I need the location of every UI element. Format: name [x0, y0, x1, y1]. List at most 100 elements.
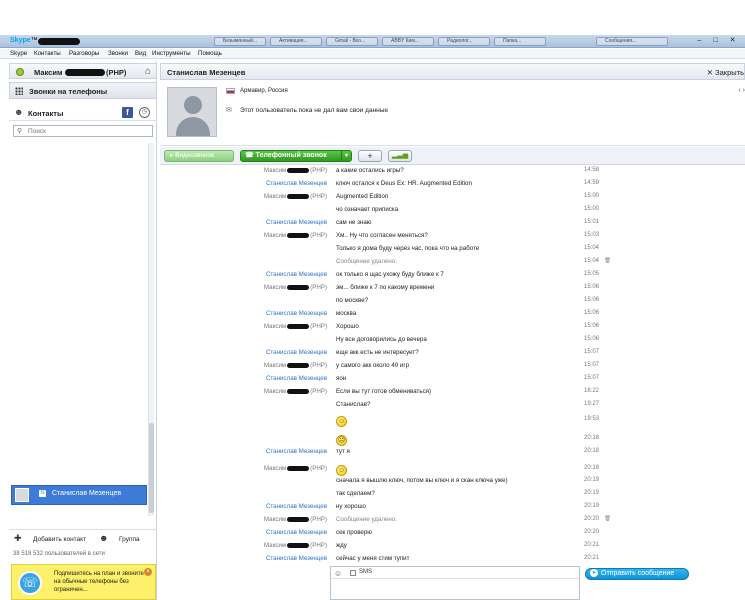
chat-message[interactable]: по москве? 15:06 [160, 297, 745, 309]
chat-message[interactable]: Максим (PHP) жду 20:21 [160, 542, 745, 554]
contact-search[interactable]: ⚲ [13, 125, 153, 137]
message-sender[interactable]: Станислав Мезенцев [266, 448, 327, 455]
add-contact-button[interactable]: Добавить контакт [33, 536, 86, 543]
message-sender[interactable]: Станислав Мезенцев [266, 555, 327, 562]
group-button[interactable]: Группа [119, 536, 140, 543]
message-sender[interactable]: Максим (PHP) [264, 323, 327, 330]
taskbar-tab[interactable]: Безымянный... [214, 37, 266, 46]
message-sender[interactable]: Станислав Мезенцев [266, 349, 327, 356]
chat-message[interactable]: Станислав Мезенцев ключ остался к Deus Ex… [160, 180, 745, 192]
chat-message[interactable]: Станислав Мезенцев тут я 20:18 [160, 448, 745, 460]
status-online-icon[interactable] [16, 68, 24, 76]
phone-call-button[interactable]: ☎ Телефонный звонок ▾ [240, 150, 352, 162]
promo-banner[interactable]: ☏ Подпишитесь на план и звоните на обычн… [11, 564, 156, 600]
profile-name: Максим [34, 68, 63, 77]
menu-contacts[interactable]: Контакты [34, 50, 61, 57]
emoticon-icon[interactable]: ☺ [334, 569, 342, 578]
message-sender[interactable]: Станислав Мезенцев [266, 310, 327, 317]
chat-message[interactable]: Максим (PHP) Хорошо 15:06 [160, 323, 745, 335]
menu-skype[interactable]: Skype [10, 50, 27, 57]
message-sender[interactable]: Максим (PHP) [264, 362, 327, 369]
title-bar: Skype™ - Безымянный... Активация... Gmai… [0, 35, 745, 48]
chat-message[interactable]: Ну все договорились до вечера 15:06 [160, 336, 745, 348]
message-sender[interactable]: Максим (PHP) [264, 232, 327, 239]
message-sender[interactable]: Станислав Мезенцев [266, 503, 327, 510]
taskbar-tab[interactable]: Сообщения... [596, 37, 668, 46]
my-profile[interactable]: Максим (PHP) ⌂ [9, 63, 157, 79]
message-sender[interactable]: Станислав Мезенцев [266, 219, 327, 226]
chat-message[interactable]: Станислав Мезенцев москва 15:06 [160, 310, 745, 322]
chat-message[interactable]: Сообщение удалено. 15:04 🗑 [160, 258, 745, 270]
sms-checkbox[interactable] [350, 570, 356, 576]
menu-view[interactable]: Вид [135, 50, 146, 57]
menu-conversations[interactable]: Разговоры [69, 50, 99, 57]
message-input-area[interactable]: ☺ SMS [330, 566, 580, 600]
menu-help[interactable]: Помощь [198, 50, 222, 57]
taskbar-tab[interactable]: ABBY Ким... [382, 37, 434, 46]
chat-message[interactable]: Максим (PHP) Хм.. Ну что согласен меняться… [160, 232, 745, 244]
message-sender[interactable]: Станислав Мезенцев [266, 375, 327, 382]
promo-close-icon[interactable]: × [144, 568, 152, 576]
taskbar-tab[interactable]: Папка... [494, 37, 546, 46]
home-icon[interactable]: ⌂ [145, 67, 151, 77]
message-sender[interactable]: Максим (PHP) [264, 465, 327, 472]
message-sender[interactable]: Максим (PHP) [264, 284, 327, 291]
message-sender[interactable]: Максим (PHP) [264, 542, 327, 549]
message-sender[interactable]: Станислав Мезенцев [266, 271, 327, 278]
add-button[interactable]: + [358, 150, 382, 162]
close-conversation-button[interactable]: ✕ Закрыть [707, 68, 744, 77]
minimize-button[interactable]: – [694, 37, 705, 45]
redacted-name [38, 38, 80, 45]
maximize-button[interactable]: □ [710, 37, 721, 45]
chat-message[interactable]: Станислав Мезенцев ок только я щас ухожу … [160, 271, 745, 283]
chat-message[interactable]: Станислав Мезенцев ну хорошо 20:19 [160, 503, 745, 515]
chat-message[interactable]: Станислав Мезенцев сек проверю 20:20 [160, 529, 745, 541]
message-sender[interactable]: Станислав Мезенцев [266, 529, 327, 536]
close-window-button[interactable]: ✕ [727, 37, 738, 45]
message-sender[interactable]: Станислав Мезенцев [266, 180, 327, 187]
scrollbar-thumb[interactable] [149, 423, 154, 513]
taskbar-tab[interactable]: Радиолог... [438, 37, 490, 46]
taskbar-tab[interactable]: Активация... [270, 37, 322, 46]
search-input[interactable] [28, 127, 148, 136]
contact-item-selected[interactable]: S Станислав Мезенцев [11, 485, 147, 505]
chat-message[interactable]: Максим (PHP) эм... ближе к 7 по какому вре… [160, 284, 745, 296]
menu-calls[interactable]: Звонки [108, 50, 128, 57]
chat-message[interactable]: Максим (PHP) ☺ 20:18 [160, 465, 745, 477]
chat-message[interactable]: Максим (PHP) у самого акк около 40 игр 15:0… [160, 362, 745, 374]
group-icon[interactable]: ☻ [99, 534, 108, 543]
call-phones-button[interactable]: Звонки на телефоны [9, 82, 157, 99]
chat-message[interactable]: ☹ 20:18 [160, 435, 745, 447]
add-contact-icon[interactable]: ✚ [14, 534, 22, 543]
message-sender[interactable]: Максим (PHP) [264, 388, 327, 395]
chat-message[interactable]: так сделаем? 20:19 [160, 490, 745, 502]
chat-message[interactable]: Только я дома буду через час, пока что н… [160, 245, 745, 257]
chat-message[interactable]: сначала я вышлю ключ, потом вы ключ и я … [160, 477, 745, 489]
chat-message[interactable]: Станислав Мезенцев яон 15:07 [160, 375, 745, 387]
chat-message[interactable]: ☺ 19:53 [160, 416, 745, 428]
message-sender[interactable]: Максим (PHP) [264, 193, 327, 200]
message-sender[interactable]: Максим (PHP) [264, 516, 327, 523]
chat-message[interactable]: Станислав Мезенцев еще акк есть не интере… [160, 349, 745, 361]
facebook-icon[interactable]: f [122, 107, 133, 118]
chevron-down-icon[interactable]: ▾ [341, 151, 351, 161]
taskbar-tab[interactable]: Gmail - Вхо... [326, 37, 378, 46]
recent-clock-icon[interactable]: ◷ [139, 107, 150, 118]
message-sender[interactable]: Максим (PHP) [264, 167, 327, 174]
tab-contacts[interactable]: Контакты [28, 109, 63, 118]
chat-message[interactable]: Станислав? 19:27 [160, 401, 745, 413]
menu-tools[interactable]: Инструменты [152, 50, 191, 57]
chat-message[interactable]: Максим (PHP) а какие остались игры? 14:58 [160, 167, 745, 179]
video-call-button[interactable]: ▸ Видеозвонок [164, 150, 234, 162]
send-message-button[interactable]: ➤ Отправить сообщение [585, 568, 689, 580]
chat-message[interactable]: чо означает приписка 15:00 [160, 206, 745, 218]
call-quality-icon[interactable]: ▂▃▅ [388, 150, 412, 162]
message-time: 15:06 [584, 336, 600, 342]
chat-message[interactable]: Станислав Мезенцев сам не знаю 15:01 [160, 219, 745, 231]
profile-nav-arrows[interactable]: ‹ › [738, 87, 745, 94]
message-text: так сделаем? [336, 490, 375, 497]
chat-message[interactable]: Максим (PHP) Сообщение удалено. 20:20 🗑 [160, 516, 745, 528]
chat-message[interactable]: Максим (PHP) Если вы тут готов обмениватьс… [160, 388, 745, 400]
chat-message[interactable]: Максим (PHP) Augmented Edition 15:00 [160, 193, 745, 205]
contact-list-scrollbar[interactable] [148, 143, 154, 516]
